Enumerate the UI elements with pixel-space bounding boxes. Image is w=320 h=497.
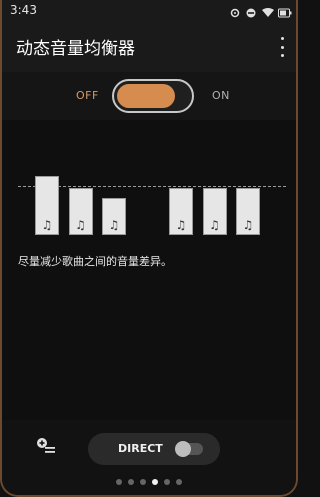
power-switch[interactable] [112,79,194,113]
music-note-icon: ♫ [108,218,120,232]
app-frame: 3:43 动态音量均衡器 OFF ON ♫ ♫ ♫ ♫ ♫ ♫ 尽量减少歌曲之间… [0,0,298,497]
eq-band-bar: ♫ [35,175,59,235]
eq-band-bar: ♫ [202,188,227,235]
direct-label: DIRECT [118,442,163,455]
equalizer-graph: ♫ ♫ ♫ ♫ ♫ ♫ [18,120,286,240]
page-dot[interactable] [116,479,122,485]
eq-band-bar: ♫ [102,198,126,235]
page-dot[interactable] [164,479,170,485]
settings-icon [230,3,240,18]
power-off-label: OFF [76,89,99,102]
eq-band-bar: ♫ [236,188,260,235]
page-dot[interactable] [140,479,146,485]
eq-band-bar: ♫ [169,188,193,235]
page-dot[interactable] [176,479,182,485]
music-note-icon: ♫ [209,218,220,232]
more-vert-icon[interactable] [278,37,286,57]
power-toggle-row: OFF ON [2,72,296,120]
music-note-icon: ♫ [242,218,254,232]
main-content: ♫ ♫ ♫ ♫ ♫ ♫ 尽量减少歌曲之间的音量差异。 [2,120,296,420]
description-text: 尽量减少歌曲之间的音量差异。 [18,255,172,268]
power-switch-knob [117,84,175,108]
direct-toggle[interactable]: DIRECT [88,433,220,465]
status-time: 3:43 [10,3,37,17]
status-bar: 3:43 [2,0,296,22]
dnd-icon [246,3,256,18]
page-dot[interactable] [152,479,158,485]
music-note-icon: ♫ [175,218,187,232]
music-note-icon: ♫ [75,218,86,232]
page-title: 动态音量均衡器 [16,39,135,59]
playlist-add-icon[interactable] [36,436,56,456]
wifi-icon [262,3,274,17]
direct-switch[interactable] [175,441,203,457]
power-on-label: ON [212,89,230,102]
page-dot[interactable] [128,479,134,485]
direct-switch-knob [175,441,191,457]
status-icons [230,3,292,18]
page-indicator [2,479,296,489]
eq-band-bar: ♫ [68,188,93,235]
music-note-icon: ♫ [41,218,53,232]
battery-icon [278,3,292,18]
app-bar: 动态音量均衡器 [2,22,296,72]
